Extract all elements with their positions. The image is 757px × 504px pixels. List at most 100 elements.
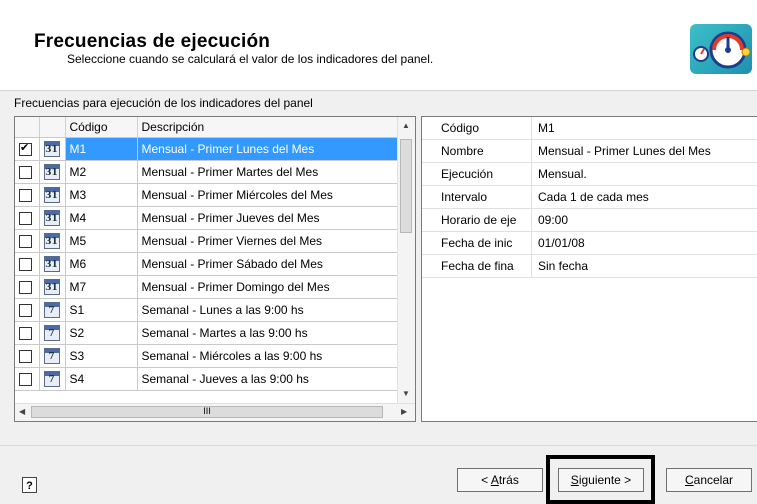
row-code[interactable]: M6: [65, 252, 138, 276]
row-icon-cell: 7: [39, 367, 66, 391]
row-checkbox[interactable]: [19, 235, 32, 249]
row-icon-cell: 31: [39, 229, 66, 253]
row-checkbox-cell[interactable]: [15, 229, 40, 253]
row-description[interactable]: Semanal - Miércoles a las 9:00 hs: [137, 344, 401, 368]
grid-row[interactable]: 31 M7 Mensual - Primer Domingo del Mes: [15, 275, 401, 299]
row-description[interactable]: Mensual - Primer Jueves del Mes: [137, 206, 401, 230]
row-code[interactable]: M5: [65, 229, 138, 253]
row-code[interactable]: S1: [65, 298, 138, 322]
row-checkbox[interactable]: [19, 350, 32, 364]
column-header-check[interactable]: [15, 117, 40, 138]
grid-row[interactable]: 7 S2 Semanal - Martes a las 9:00 hs: [15, 321, 401, 345]
row-code[interactable]: S2: [65, 321, 138, 345]
grid-row[interactable]: 7 S3 Semanal - Miércoles a las 9:00 hs: [15, 344, 401, 368]
grid-row[interactable]: 31 M1Mensual - Primer Lunes del Mes: [15, 137, 401, 161]
row-checkbox-cell[interactable]: [15, 298, 40, 322]
calendar-icon-number: 31: [45, 260, 58, 270]
back-prefix: <: [481, 473, 491, 487]
row-checkbox[interactable]: [19, 166, 32, 180]
property-key: Fecha de inic: [422, 231, 532, 255]
row-checkbox-cell[interactable]: [15, 321, 40, 345]
row-checkbox[interactable]: [19, 281, 32, 295]
row-icon-cell: 7: [39, 298, 66, 322]
calendar-icon-number: 7: [48, 306, 55, 316]
column-header-code[interactable]: Código: [65, 117, 138, 138]
calendar-icon: 31: [43, 279, 60, 295]
row-description[interactable]: Mensual - Primer Viernes del Mes: [137, 229, 401, 253]
row-description[interactable]: Mensual - Primer Martes del Mes: [137, 160, 401, 184]
row-description[interactable]: Mensual - Primer Sábado del Mes: [137, 252, 401, 276]
help-icon[interactable]: ?: [22, 477, 37, 493]
properties-panel: Código M1 Nombre Mensual - Primer Lunes del…: [421, 116, 757, 422]
grid-row[interactable]: 31 M6 Mensual - Primer Sábado del Mes: [15, 252, 401, 276]
row-checkbox-cell[interactable]: [15, 275, 40, 299]
row-checkbox[interactable]: [19, 327, 32, 341]
property-row: Intervalo Cada 1 de cada mes: [422, 185, 757, 209]
row-code[interactable]: M1: [65, 137, 138, 161]
row-description[interactable]: Mensual - Primer Domingo del Mes: [137, 275, 401, 299]
grid-row[interactable]: 7 S4 Semanal - Jueves a las 9:00 hs: [15, 367, 401, 391]
property-value: Mensual - Primer Lunes del Mes: [531, 139, 757, 163]
grid-row[interactable]: 7 S1 Semanal - Lunes a las 9:00 hs: [15, 298, 401, 322]
vertical-scroll-thumb[interactable]: [400, 139, 412, 233]
row-code[interactable]: M2: [65, 160, 138, 184]
row-checkbox-cell[interactable]: [15, 206, 40, 230]
property-key: Nombre: [422, 139, 532, 163]
calendar-icon: 31: [43, 187, 60, 203]
column-header-icon[interactable]: [39, 117, 66, 138]
row-code[interactable]: S3: [65, 344, 138, 368]
row-icon-cell: 31: [39, 206, 66, 230]
row-icon-cell: 7: [39, 344, 66, 368]
property-key: Ejecución: [422, 162, 532, 186]
row-description[interactable]: Mensual - Primer Lunes del Mes: [137, 137, 401, 161]
calendar-icon: 31: [43, 210, 60, 226]
calendar-icon: 7: [43, 348, 60, 364]
scroll-up-icon[interactable]: ▲: [402, 121, 410, 130]
row-checkbox[interactable]: [19, 189, 32, 203]
row-checkbox[interactable]: [19, 141, 32, 157]
property-key: Código: [422, 117, 532, 140]
gauge-logo-icon: [690, 24, 752, 74]
column-header-description[interactable]: Descripción: [137, 117, 401, 138]
row-checkbox[interactable]: [19, 304, 32, 318]
row-icon-cell: 31: [39, 275, 66, 299]
row-code[interactable]: M7: [65, 275, 138, 299]
row-description[interactable]: Semanal - Martes a las 9:00 hs: [137, 321, 401, 345]
row-checkbox-cell[interactable]: [15, 252, 40, 276]
row-checkbox-cell[interactable]: [15, 160, 40, 184]
row-checkbox[interactable]: [19, 258, 32, 272]
row-checkbox-cell[interactable]: [15, 344, 40, 368]
row-checkbox-cell[interactable]: [15, 137, 40, 161]
horizontal-scroll-thumb[interactable]: III: [31, 406, 383, 418]
calendar-icon-number: 7: [48, 375, 55, 385]
row-checkbox-cell[interactable]: [15, 183, 40, 207]
back-button[interactable]: < Atrás: [457, 468, 543, 492]
row-checkbox-cell[interactable]: [15, 367, 40, 391]
row-description[interactable]: Semanal - Lunes a las 9:00 hs: [137, 298, 401, 322]
calendar-icon: 7: [43, 302, 60, 318]
row-description[interactable]: Mensual - Primer Miércoles del Mes: [137, 183, 401, 207]
frequency-grid[interactable]: Código Descripción 31M1Mensual - Primer …: [14, 116, 416, 422]
row-code[interactable]: M3: [65, 183, 138, 207]
scroll-left-icon[interactable]: ◀: [19, 407, 25, 416]
row-code[interactable]: M4: [65, 206, 138, 230]
calendar-icon-number: 31: [45, 145, 58, 155]
property-value: Cada 1 de cada mes: [531, 185, 757, 209]
property-key: Intervalo: [422, 185, 532, 209]
scroll-down-icon[interactable]: ▼: [402, 389, 410, 398]
grid-row[interactable]: 31 M3 Mensual - Primer Miércoles del Mes: [15, 183, 401, 207]
calendar-icon-number: 31: [45, 168, 58, 178]
row-checkbox[interactable]: [19, 212, 32, 226]
property-value: 09:00: [531, 208, 757, 232]
vertical-scrollbar[interactable]: ▲ ▼: [397, 117, 415, 404]
row-code[interactable]: S4: [65, 367, 138, 391]
grid-row[interactable]: 31 M2 Mensual - Primer Martes del Mes: [15, 160, 401, 184]
grid-row[interactable]: 31 M5 Mensual - Primer Viernes del Mes: [15, 229, 401, 253]
horizontal-scrollbar[interactable]: ◀ III ▶: [15, 403, 415, 421]
cancel-button[interactable]: Cancelar: [666, 468, 752, 492]
grid-row[interactable]: 31 M4 Mensual - Primer Jueves del Mes: [15, 206, 401, 230]
row-checkbox[interactable]: [19, 373, 32, 387]
row-description[interactable]: Semanal - Jueves a las 9:00 hs: [137, 367, 401, 391]
scroll-right-icon[interactable]: ▶: [401, 407, 407, 416]
row-icon-cell: 31: [39, 252, 66, 276]
